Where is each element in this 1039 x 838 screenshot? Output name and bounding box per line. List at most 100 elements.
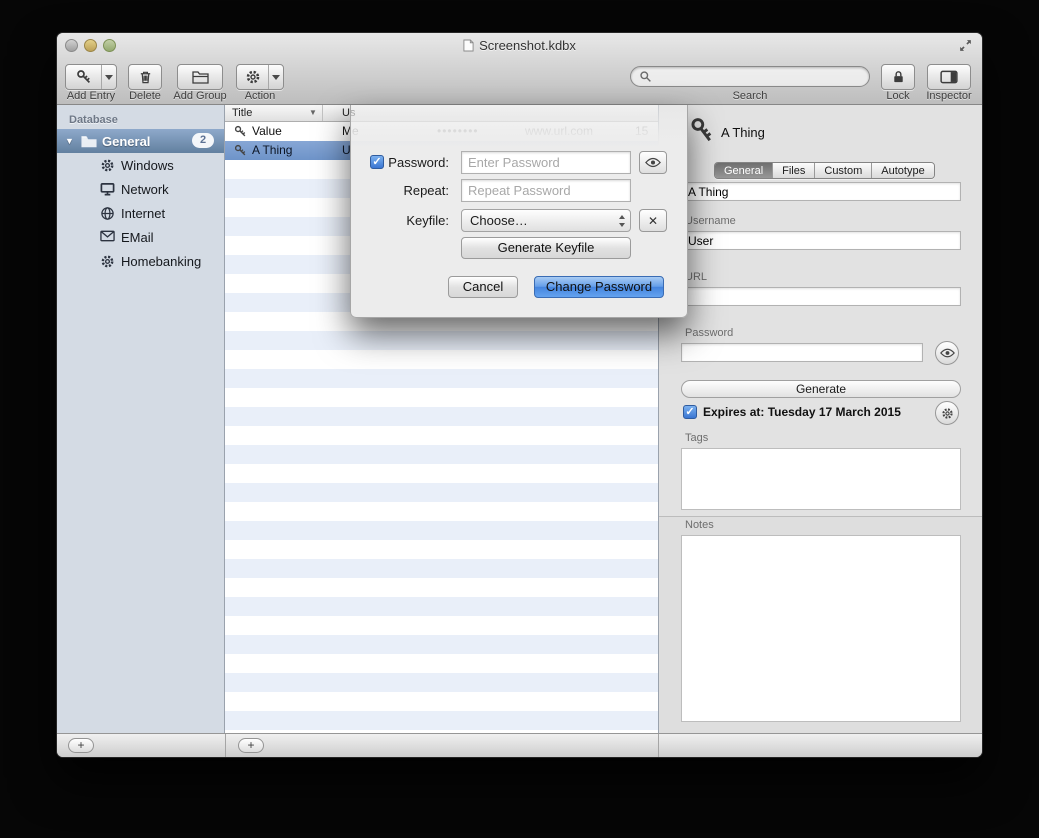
sidebar-item-internet[interactable]: Internet bbox=[57, 201, 224, 225]
repeat-label: Repeat: bbox=[351, 183, 449, 198]
gear-icon bbox=[237, 65, 268, 89]
title-field[interactable] bbox=[681, 182, 961, 201]
inspector-panel: A Thing General Files Custom Autotype Us… bbox=[658, 105, 982, 733]
sidebar-item-homebanking[interactable]: Homebanking bbox=[57, 249, 224, 273]
sidebar-item-label: Windows bbox=[121, 158, 174, 173]
username-label: Username bbox=[685, 215, 736, 227]
generate-password-button[interactable]: Generate bbox=[681, 380, 961, 398]
tags-input[interactable] bbox=[681, 448, 961, 510]
add-entry-button[interactable] bbox=[65, 64, 117, 90]
tab-general[interactable]: General bbox=[715, 163, 772, 178]
username-field[interactable] bbox=[681, 231, 961, 250]
eye-icon bbox=[940, 348, 955, 358]
entry-count-badge: 2 bbox=[192, 133, 214, 148]
notes-label: Notes bbox=[685, 519, 714, 531]
keyfile-label: Keyfile: bbox=[351, 213, 449, 228]
group-label: General bbox=[102, 134, 150, 149]
gear-icon bbox=[100, 254, 115, 269]
sidebar-item-general[interactable]: ▼ General 2 bbox=[57, 129, 224, 153]
key-icon bbox=[234, 125, 247, 138]
inspector-panel-icon bbox=[940, 70, 958, 84]
footer-divider bbox=[658, 734, 659, 757]
add-group-button[interactable] bbox=[177, 64, 223, 90]
keyfile-select[interactable]: Choose… bbox=[461, 209, 631, 232]
screen-background: Screenshot.kdbx bbox=[0, 0, 1039, 838]
window-footer: + + bbox=[57, 733, 982, 757]
generate-keyfile-button[interactable]: Generate Keyfile bbox=[461, 237, 631, 259]
globe-icon bbox=[100, 206, 115, 221]
fullscreen-icon[interactable] bbox=[958, 38, 974, 54]
stepper-arrows-icon bbox=[618, 214, 626, 228]
sort-indicator-icon[interactable]: ▼ bbox=[309, 108, 317, 117]
column-header-title[interactable]: Title bbox=[232, 107, 252, 119]
column-divider[interactable] bbox=[322, 105, 323, 121]
monitor-icon bbox=[100, 182, 115, 197]
tab-files[interactable]: Files bbox=[772, 163, 814, 178]
database-section-header: Database bbox=[69, 114, 118, 126]
lock-button[interactable] bbox=[881, 64, 915, 90]
window-title: Screenshot.kdbx bbox=[57, 33, 982, 58]
sidebar-item-windows[interactable]: Windows bbox=[57, 153, 224, 177]
action-label: Action bbox=[215, 90, 305, 102]
notes-input[interactable] bbox=[681, 535, 961, 722]
change-password-dialog: ✓ Password: Repeat: Keyfile: Choose… ✕ G… bbox=[350, 105, 688, 318]
window-title-text: Screenshot.kdbx bbox=[479, 38, 576, 53]
folder-plus-icon bbox=[191, 70, 210, 85]
window-chrome: Screenshot.kdbx bbox=[57, 33, 982, 105]
tab-autotype[interactable]: Autotype bbox=[871, 163, 933, 178]
inspector-toggle-button[interactable] bbox=[927, 64, 971, 90]
show-password-button[interactable] bbox=[639, 151, 667, 174]
app-window: Screenshot.kdbx bbox=[57, 33, 982, 757]
password-label: Password: bbox=[351, 155, 449, 170]
inspector-tabs: General Files Custom Autotype bbox=[714, 162, 935, 179]
inspector-label: Inspector bbox=[904, 90, 982, 102]
expires-checkbox[interactable]: ✓ bbox=[683, 405, 697, 419]
search-icon bbox=[639, 70, 652, 83]
keyfile-value: Choose… bbox=[470, 213, 528, 228]
gear-icon bbox=[941, 407, 954, 420]
password-field[interactable] bbox=[681, 343, 923, 362]
tags-label: Tags bbox=[685, 432, 708, 444]
change-password-button[interactable]: Change Password bbox=[534, 276, 664, 298]
section-divider bbox=[659, 516, 982, 517]
expires-settings-button[interactable] bbox=[935, 401, 959, 425]
sidebar-item-label: Internet bbox=[121, 206, 165, 221]
sidebar-item-label: EMail bbox=[121, 230, 154, 245]
close-icon: ✕ bbox=[648, 214, 658, 228]
inspector-entry-title: A Thing bbox=[721, 125, 765, 140]
password-label: Password bbox=[685, 327, 733, 339]
disclosure-triangle-icon[interactable]: ▼ bbox=[65, 136, 75, 146]
url-label: URL bbox=[685, 271, 707, 283]
new-password-input[interactable] bbox=[461, 151, 631, 174]
tab-custom[interactable]: Custom bbox=[814, 163, 871, 178]
lock-icon bbox=[891, 69, 906, 85]
clear-keyfile-button[interactable]: ✕ bbox=[639, 209, 667, 232]
eye-icon bbox=[645, 157, 661, 168]
chevron-down-icon[interactable] bbox=[101, 65, 116, 89]
trash-icon bbox=[138, 69, 153, 85]
sidebar-item-label: Homebanking bbox=[121, 254, 201, 269]
folder-icon bbox=[81, 135, 97, 148]
document-icon bbox=[463, 39, 474, 52]
mail-icon bbox=[100, 230, 115, 245]
sidebar-item-email[interactable]: EMail bbox=[57, 225, 224, 249]
search-field[interactable] bbox=[630, 66, 870, 87]
entry-title: A Thing bbox=[252, 141, 292, 160]
chevron-down-icon[interactable] bbox=[268, 65, 283, 89]
action-button[interactable] bbox=[236, 64, 284, 90]
search-input[interactable] bbox=[657, 70, 861, 84]
sidebar-item-network[interactable]: Network bbox=[57, 177, 224, 201]
expires-text: Expires at: Tuesday 17 March 2015 bbox=[703, 405, 901, 419]
repeat-password-input[interactable] bbox=[461, 179, 631, 202]
sidebar-item-label: Network bbox=[121, 182, 169, 197]
delete-button[interactable] bbox=[128, 64, 162, 90]
gear-icon bbox=[100, 158, 115, 173]
key-icon bbox=[234, 144, 247, 157]
key-icon bbox=[687, 115, 716, 144]
group-sidebar: Database ▼ General 2 Windows Network Int… bbox=[57, 105, 225, 733]
add-entry-footer-button[interactable]: + bbox=[238, 738, 264, 753]
url-field[interactable] bbox=[681, 287, 961, 306]
cancel-button[interactable]: Cancel bbox=[448, 276, 518, 298]
show-password-button[interactable] bbox=[935, 341, 959, 365]
add-group-footer-button[interactable]: + bbox=[68, 738, 94, 753]
